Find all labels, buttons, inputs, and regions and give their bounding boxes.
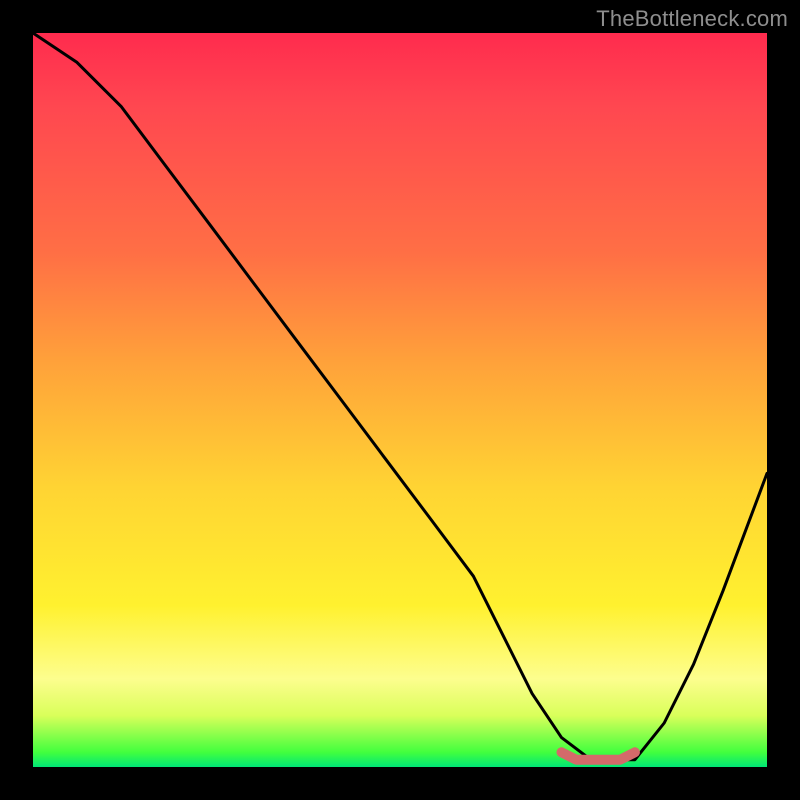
watermark-text: TheBottleneck.com: [596, 6, 788, 32]
plot-area: [33, 33, 767, 767]
curve-svg: [33, 33, 767, 767]
optimal-range-marker: [562, 752, 635, 759]
bottleneck-curve: [33, 33, 767, 760]
chart-frame: TheBottleneck.com: [0, 0, 800, 800]
